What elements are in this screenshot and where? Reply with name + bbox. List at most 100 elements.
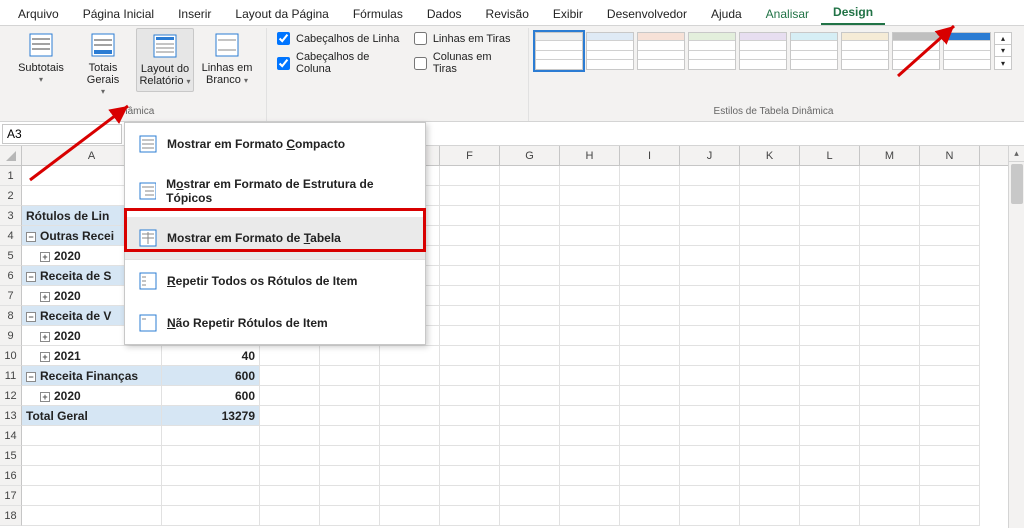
expand-icon[interactable]: + (40, 392, 50, 402)
tab-developer[interactable]: Desenvolvedor (595, 3, 699, 25)
expand-icon[interactable]: + (40, 352, 50, 362)
row-header[interactable]: 13 (0, 406, 22, 426)
name-box[interactable] (2, 124, 122, 144)
style-thumb[interactable] (943, 32, 991, 70)
chk-banded-cols-box[interactable] (414, 57, 427, 70)
tab-help[interactable]: Ajuda (699, 3, 754, 25)
row-header[interactable]: 6 (0, 266, 22, 286)
col-header[interactable]: K (740, 146, 800, 165)
row-header[interactable]: 8 (0, 306, 22, 326)
cell[interactable]: 600 (162, 386, 260, 406)
cell[interactable]: Total Geral (22, 406, 162, 426)
gallery-more-icon[interactable]: ▾ (995, 57, 1011, 69)
cell[interactable]: 40 (162, 346, 260, 366)
style-thumb[interactable] (841, 32, 889, 70)
chk-row-headers-box[interactable] (277, 32, 290, 45)
blank-rows-label-1: Linhas em (202, 62, 253, 74)
chk-row-headers-label: Cabeçalhos de Linha (296, 33, 399, 45)
col-header[interactable]: G (500, 146, 560, 165)
menu-no-repeat-labels[interactable]: Não Repetir Rótulos de Item (125, 302, 425, 344)
row-header[interactable]: 15 (0, 446, 22, 466)
row-header[interactable]: 12 (0, 386, 22, 406)
expand-icon[interactable]: + (40, 252, 50, 262)
styles-gallery[interactable]: ▴ ▾ ▾ (535, 28, 1012, 74)
style-thumb[interactable] (739, 32, 787, 70)
scroll-thumb[interactable] (1011, 164, 1023, 204)
collapse-icon[interactable]: − (26, 372, 36, 382)
chk-banded-cols-label: Colunas em Tiras (433, 51, 514, 75)
chk-banded-cols[interactable]: Colunas em Tiras (414, 51, 514, 75)
row-header[interactable]: 7 (0, 286, 22, 306)
tab-review[interactable]: Revisão (474, 3, 541, 25)
subtotals-button[interactable]: Subtotais ▾ (12, 28, 70, 89)
style-thumb[interactable] (535, 32, 583, 70)
style-thumb[interactable] (637, 32, 685, 70)
row-header[interactable]: 2 (0, 186, 22, 206)
row-header[interactable]: 11 (0, 366, 22, 386)
row-header[interactable]: 16 (0, 466, 22, 486)
row-header[interactable]: 3 (0, 206, 22, 226)
menu-compact[interactable]: Mostrar em Formato Compacto (125, 123, 425, 165)
style-thumb[interactable] (688, 32, 736, 70)
col-header[interactable]: F (440, 146, 500, 165)
style-thumb[interactable] (892, 32, 940, 70)
menu-repeat-labels-label: Repetir Todos os Rótulos de Item (167, 274, 357, 288)
row-header[interactable]: 5 (0, 246, 22, 266)
style-thumb[interactable] (586, 32, 634, 70)
row-header[interactable]: 4 (0, 226, 22, 246)
menu-tabular[interactable]: Mostrar em Formato de Tabela (125, 217, 425, 259)
collapse-icon[interactable]: − (26, 272, 36, 282)
menu-outline[interactable]: Mostrar em Formato de Estrutura de Tópic… (125, 165, 425, 217)
report-layout-button[interactable]: Layout do Relatório ▾ (136, 28, 194, 92)
styles-gallery-scroll[interactable]: ▴ ▾ ▾ (994, 32, 1012, 70)
tab-insert[interactable]: Inserir (166, 3, 223, 25)
vertical-scrollbar[interactable]: ▴ (1008, 146, 1024, 528)
cell[interactable]: 600 (162, 366, 260, 386)
gallery-down-icon[interactable]: ▾ (995, 45, 1011, 57)
col-header[interactable]: I (620, 146, 680, 165)
col-header[interactable]: M (860, 146, 920, 165)
row-header[interactable]: 14 (0, 426, 22, 446)
cell[interactable]: 13279 (162, 406, 260, 426)
col-header[interactable]: L (800, 146, 860, 165)
chevron-down-icon: ▾ (187, 77, 191, 86)
cell[interactable]: −Receita Finanças (22, 366, 162, 386)
collapse-icon[interactable]: − (26, 232, 36, 242)
cell[interactable]: +2020 (22, 386, 162, 406)
tab-design[interactable]: Design (821, 1, 885, 25)
gallery-up-icon[interactable]: ▴ (995, 33, 1011, 45)
expand-icon[interactable]: + (40, 292, 50, 302)
row-header[interactable]: 9 (0, 326, 22, 346)
select-all-corner[interactable] (0, 146, 22, 165)
tab-page-layout[interactable]: Layout da Página (223, 3, 340, 25)
collapse-icon[interactable]: − (26, 312, 36, 322)
row-header[interactable]: 10 (0, 346, 22, 366)
cell[interactable]: +2021 (22, 346, 162, 366)
blank-rows-button[interactable]: Linhas em Branco ▾ (198, 28, 256, 90)
chk-col-headers-box[interactable] (277, 57, 290, 70)
col-header[interactable]: N (920, 146, 980, 165)
tab-data[interactable]: Dados (415, 3, 474, 25)
chk-banded-rows-box[interactable] (414, 32, 427, 45)
tab-file[interactable]: Arquivo (6, 3, 71, 25)
tab-analyze[interactable]: Analisar (754, 3, 821, 25)
expand-icon[interactable]: + (40, 332, 50, 342)
tab-home[interactable]: Página Inicial (71, 3, 166, 25)
row-header[interactable]: 17 (0, 486, 22, 506)
tab-view[interactable]: Exibir (541, 3, 595, 25)
scroll-up-icon[interactable]: ▴ (1009, 146, 1024, 162)
chk-banded-rows[interactable]: Linhas em Tiras (414, 32, 514, 45)
col-header[interactable]: H (560, 146, 620, 165)
menu-repeat-labels[interactable]: Repetir Todos os Rótulos de Item (125, 260, 425, 302)
grand-totals-label: Totais Gerais (76, 62, 130, 86)
chk-col-headers[interactable]: Cabeçalhos de Coluna (277, 51, 402, 75)
row-header[interactable]: 18 (0, 506, 22, 526)
group-pivot-styles-label: Estilos de Tabela Dinâmica (535, 104, 1012, 119)
style-thumb[interactable] (790, 32, 838, 70)
col-header[interactable]: J (680, 146, 740, 165)
cell-text: Outras Recei (40, 229, 114, 243)
row-header[interactable]: 1 (0, 166, 22, 186)
tab-formulas[interactable]: Fórmulas (341, 3, 415, 25)
chk-row-headers[interactable]: Cabeçalhos de Linha (277, 32, 402, 45)
grand-totals-button[interactable]: Totais Gerais ▾ (74, 28, 132, 101)
